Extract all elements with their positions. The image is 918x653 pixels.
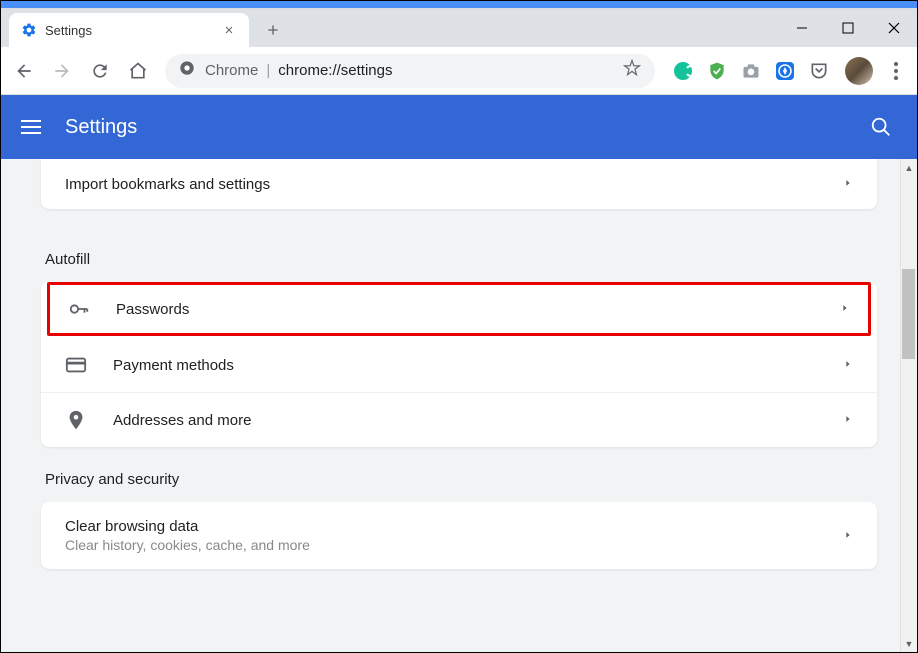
row-label: Clear browsing data [65,518,843,535]
gear-icon [21,22,37,38]
scrollbar[interactable]: ▲ ▼ [900,159,917,652]
row-passwords[interactable]: Passwords [47,282,871,336]
row-import-bookmarks[interactable]: Import bookmarks and settings [41,159,877,209]
credit-card-icon [65,354,89,376]
new-tab-button[interactable] [259,16,287,44]
tab-settings[interactable]: Settings [9,13,249,47]
section-title-privacy: Privacy and security [45,471,877,488]
card-privacy: Clear browsing data Clear history, cooki… [41,502,877,569]
profile-avatar[interactable] [845,57,873,85]
scroll-down-arrow[interactable]: ▼ [901,635,917,652]
row-label: Addresses and more [113,412,843,429]
extension-icons [669,57,833,85]
hamburger-menu-icon[interactable] [21,115,45,139]
bookmark-star-icon[interactable] [623,59,641,82]
row-label: Import bookmarks and settings [65,176,843,193]
row-label: Passwords [116,301,840,318]
maximize-button[interactable] [825,9,871,47]
search-icon[interactable] [865,111,897,143]
pocket-icon[interactable] [805,57,833,85]
chevron-right-icon [843,175,853,193]
chevron-right-icon [843,527,853,545]
compass-icon[interactable] [771,57,799,85]
camera-icon[interactable] [737,57,765,85]
chrome-menu-button[interactable] [881,56,911,86]
section-title-autofill: Autofill [45,251,877,268]
omnibox-text: Chrome | chrome://settings [205,62,615,79]
row-addresses[interactable]: Addresses and more [41,393,877,447]
window-titlebar [1,1,917,9]
row-clear-browsing-data[interactable]: Clear browsing data Clear history, cooki… [41,502,877,569]
scrollbar-thumb[interactable] [902,269,915,359]
row-payment-methods[interactable]: Payment methods [41,338,877,393]
shield-icon[interactable] [703,57,731,85]
chrome-icon [179,60,195,81]
browser-toolbar: Chrome | chrome://settings [1,47,917,95]
tab-strip: Settings [1,9,917,47]
scroll-up-arrow[interactable]: ▲ [901,159,917,176]
forward-button[interactable] [45,54,79,88]
row-label: Payment methods [113,357,843,374]
home-button[interactable] [121,54,155,88]
tab-title: Settings [45,23,221,38]
settings-content: Import bookmarks and settings Autofill P… [1,159,917,652]
grammarly-icon[interactable] [669,57,697,85]
chevron-right-icon [840,300,850,318]
location-pin-icon [65,409,89,431]
chevron-right-icon [843,411,853,429]
chevron-right-icon [843,356,853,374]
page-title: Settings [65,116,865,139]
close-icon[interactable] [221,22,237,38]
close-window-button[interactable] [871,9,917,47]
reload-button[interactable] [83,54,117,88]
minimize-button[interactable] [779,9,825,47]
row-sublabel: Clear history, cookies, cache, and more [65,537,843,553]
settings-header: Settings [1,95,917,159]
back-button[interactable] [7,54,41,88]
card-import: Import bookmarks and settings [41,159,877,209]
key-icon [68,298,92,320]
card-autofill: Passwords Payment methods Addresses and [41,282,877,447]
address-bar[interactable]: Chrome | chrome://settings [165,54,655,88]
